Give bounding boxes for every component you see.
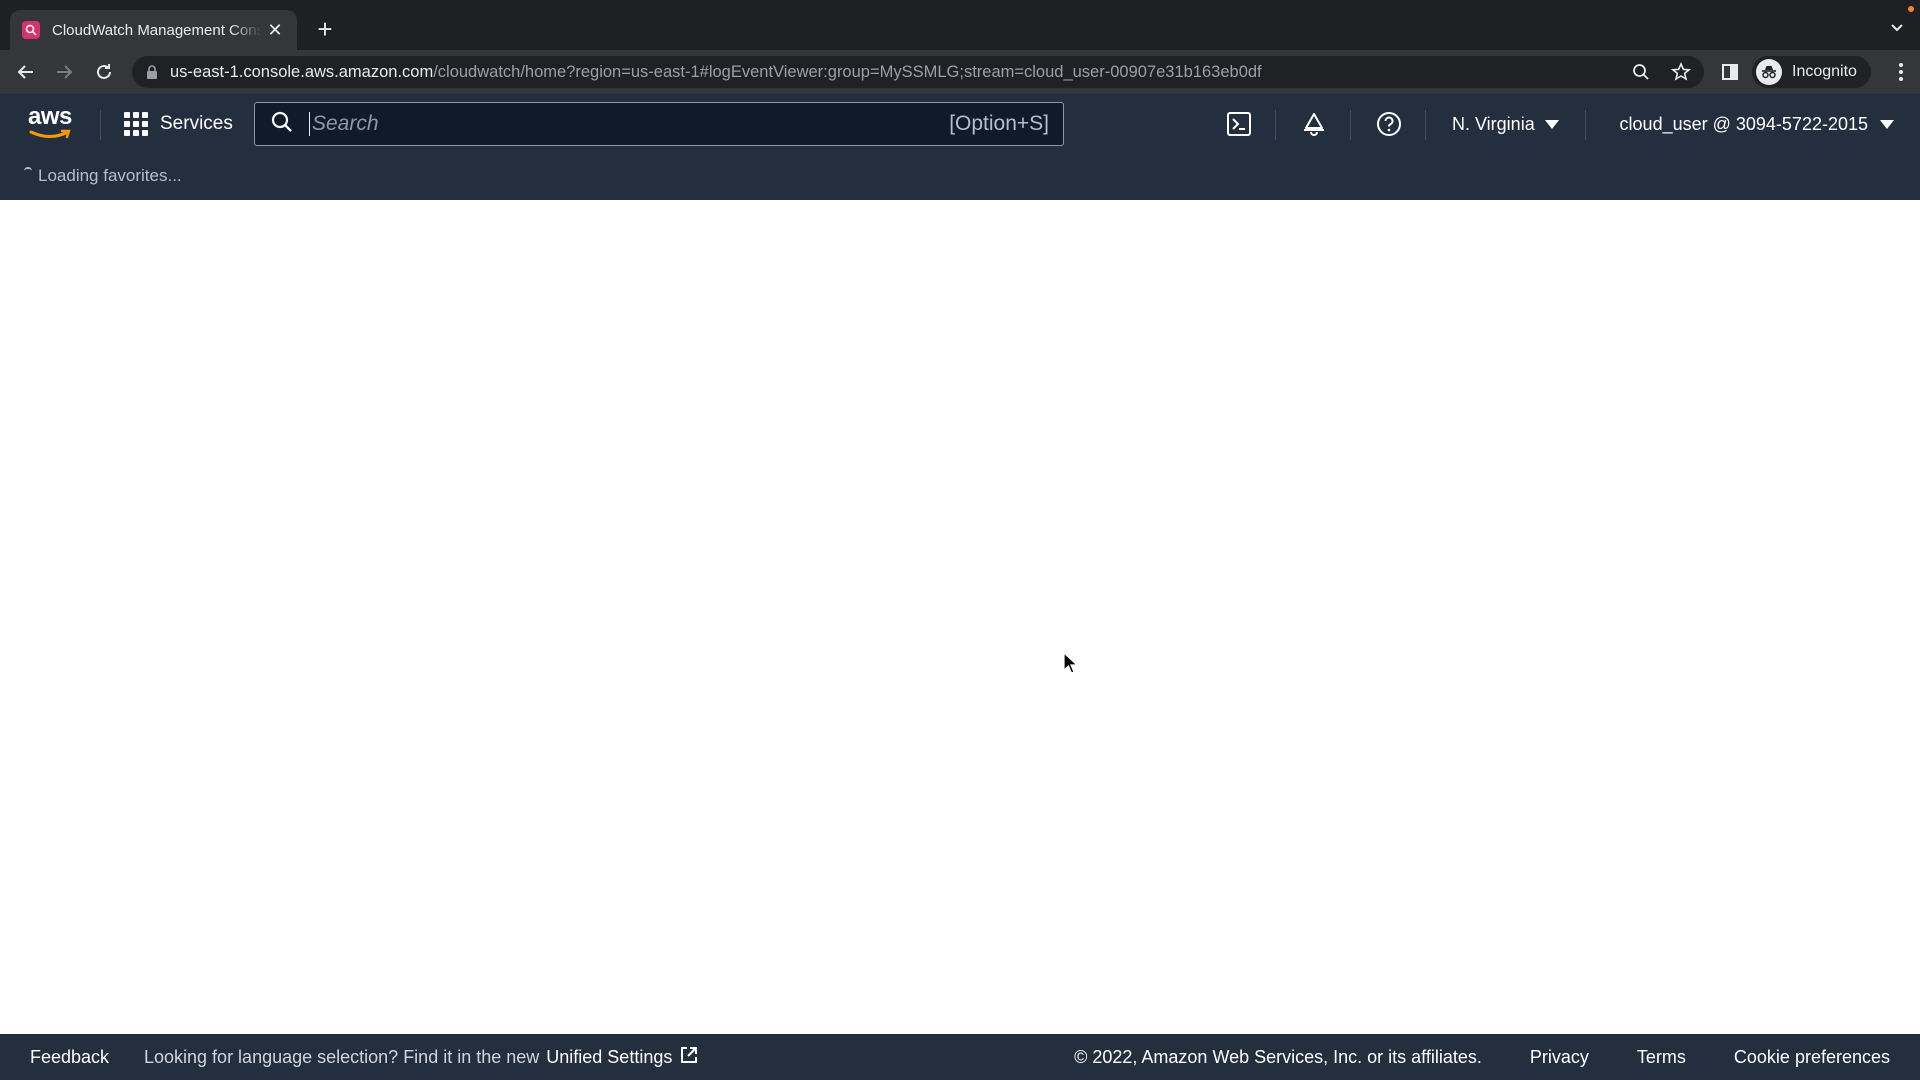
loading-spinner-icon — [24, 167, 32, 175]
region-selector[interactable]: N. Virginia — [1452, 114, 1559, 135]
url-host: us-east-1.console.aws.amazon.com — [170, 62, 434, 81]
search-shortcut-hint: [Option+S] — [949, 112, 1049, 135]
favorites-bar: Loading favorites... — [24, 166, 182, 186]
incognito-indicator[interactable]: Incognito — [1752, 56, 1871, 88]
nav-divider — [1350, 110, 1351, 140]
cloudwatch-favicon-icon — [22, 21, 40, 39]
mouse-pointer-icon — [1063, 651, 1079, 681]
terms-link[interactable]: Terms — [1637, 1047, 1686, 1068]
help-icon[interactable] — [1375, 110, 1403, 138]
console-footer: Feedback Looking for language selection?… — [0, 1034, 1920, 1080]
search-box[interactable]: [Option+S] — [254, 102, 1064, 146]
tab-search-chevron-icon[interactable] — [1890, 20, 1904, 38]
browser-tab-bar: CloudWatch Management Console ✕ + — [0, 0, 1920, 50]
footer-links: © 2022, Amazon Web Services, Inc. or its… — [1074, 1047, 1890, 1068]
forward-arrow-icon[interactable] — [52, 60, 76, 84]
nav-divider — [1275, 110, 1276, 140]
search-input[interactable] — [312, 112, 872, 136]
nav-divider — [1425, 110, 1426, 140]
nav-divider — [100, 110, 101, 140]
favorites-status: Loading favorites... — [38, 166, 182, 185]
aws-top-navigation: aws Services [Option+S] N. Virginia clou… — [0, 94, 1920, 200]
nav-divider — [1585, 110, 1586, 140]
language-notice: Looking for language selection? Find it … — [144, 1045, 699, 1070]
aws-smile-icon — [29, 129, 71, 139]
url-path: /cloudwatch/home?region=us-east-1#logEve… — [433, 62, 1262, 81]
feedback-link[interactable]: Feedback — [30, 1047, 109, 1068]
account-menu[interactable]: cloud_user @ 3094-5722-2015 — [1620, 114, 1894, 135]
incognito-icon — [1756, 59, 1782, 85]
services-grid-icon — [124, 112, 148, 136]
browser-menu-icon[interactable] — [1898, 62, 1904, 87]
new-tab-icon[interactable]: + — [312, 16, 338, 42]
lock-icon — [146, 65, 158, 79]
incognito-label: Incognito — [1792, 63, 1857, 80]
browser-toolbar: us-east-1.console.aws.amazon.com/cloudwa… — [0, 50, 1920, 94]
reload-icon[interactable] — [92, 60, 116, 84]
aws-logo-text: aws — [28, 103, 72, 130]
aws-logo[interactable]: aws — [28, 103, 74, 142]
back-arrow-icon[interactable] — [14, 60, 38, 84]
main-content — [0, 200, 1920, 1034]
browser-tab[interactable]: CloudWatch Management Console ✕ — [10, 10, 297, 50]
copyright-text: © 2022, Amazon Web Services, Inc. or its… — [1074, 1046, 1482, 1067]
region-label: N. Virginia — [1452, 114, 1535, 134]
side-panel-icon[interactable] — [1718, 60, 1742, 84]
unified-settings-link[interactable]: Unified Settings — [546, 1047, 672, 1068]
cookie-preferences-link[interactable]: Cookie preferences — [1734, 1047, 1890, 1068]
tab-title: CloudWatch Management Console — [52, 21, 262, 39]
tab-close-icon[interactable]: ✕ — [265, 20, 285, 41]
cloudshell-icon[interactable] — [1225, 110, 1253, 138]
notifications-bell-icon[interactable] — [1300, 110, 1328, 138]
language-prompt: Looking for language selection? Find it … — [144, 1046, 540, 1067]
privacy-link[interactable]: Privacy — [1530, 1047, 1589, 1068]
services-menu-button[interactable]: Services — [124, 108, 233, 140]
bookmark-star-icon[interactable] — [1670, 61, 1692, 83]
url-text: us-east-1.console.aws.amazon.com/cloudwa… — [170, 63, 1262, 82]
account-label: cloud_user @ 3094-5722-2015 — [1619, 114, 1868, 134]
address-bar[interactable]: us-east-1.console.aws.amazon.com/cloudwa… — [132, 56, 1704, 88]
external-link-icon[interactable] — [679, 1045, 699, 1070]
caret-down-icon — [1880, 120, 1894, 129]
update-indicator-icon — [1908, 6, 1914, 12]
caret-down-icon — [1544, 120, 1559, 129]
search-icon — [271, 111, 293, 138]
text-caret — [309, 112, 310, 136]
zoom-icon[interactable] — [1630, 61, 1652, 83]
services-label: Services — [160, 113, 233, 134]
